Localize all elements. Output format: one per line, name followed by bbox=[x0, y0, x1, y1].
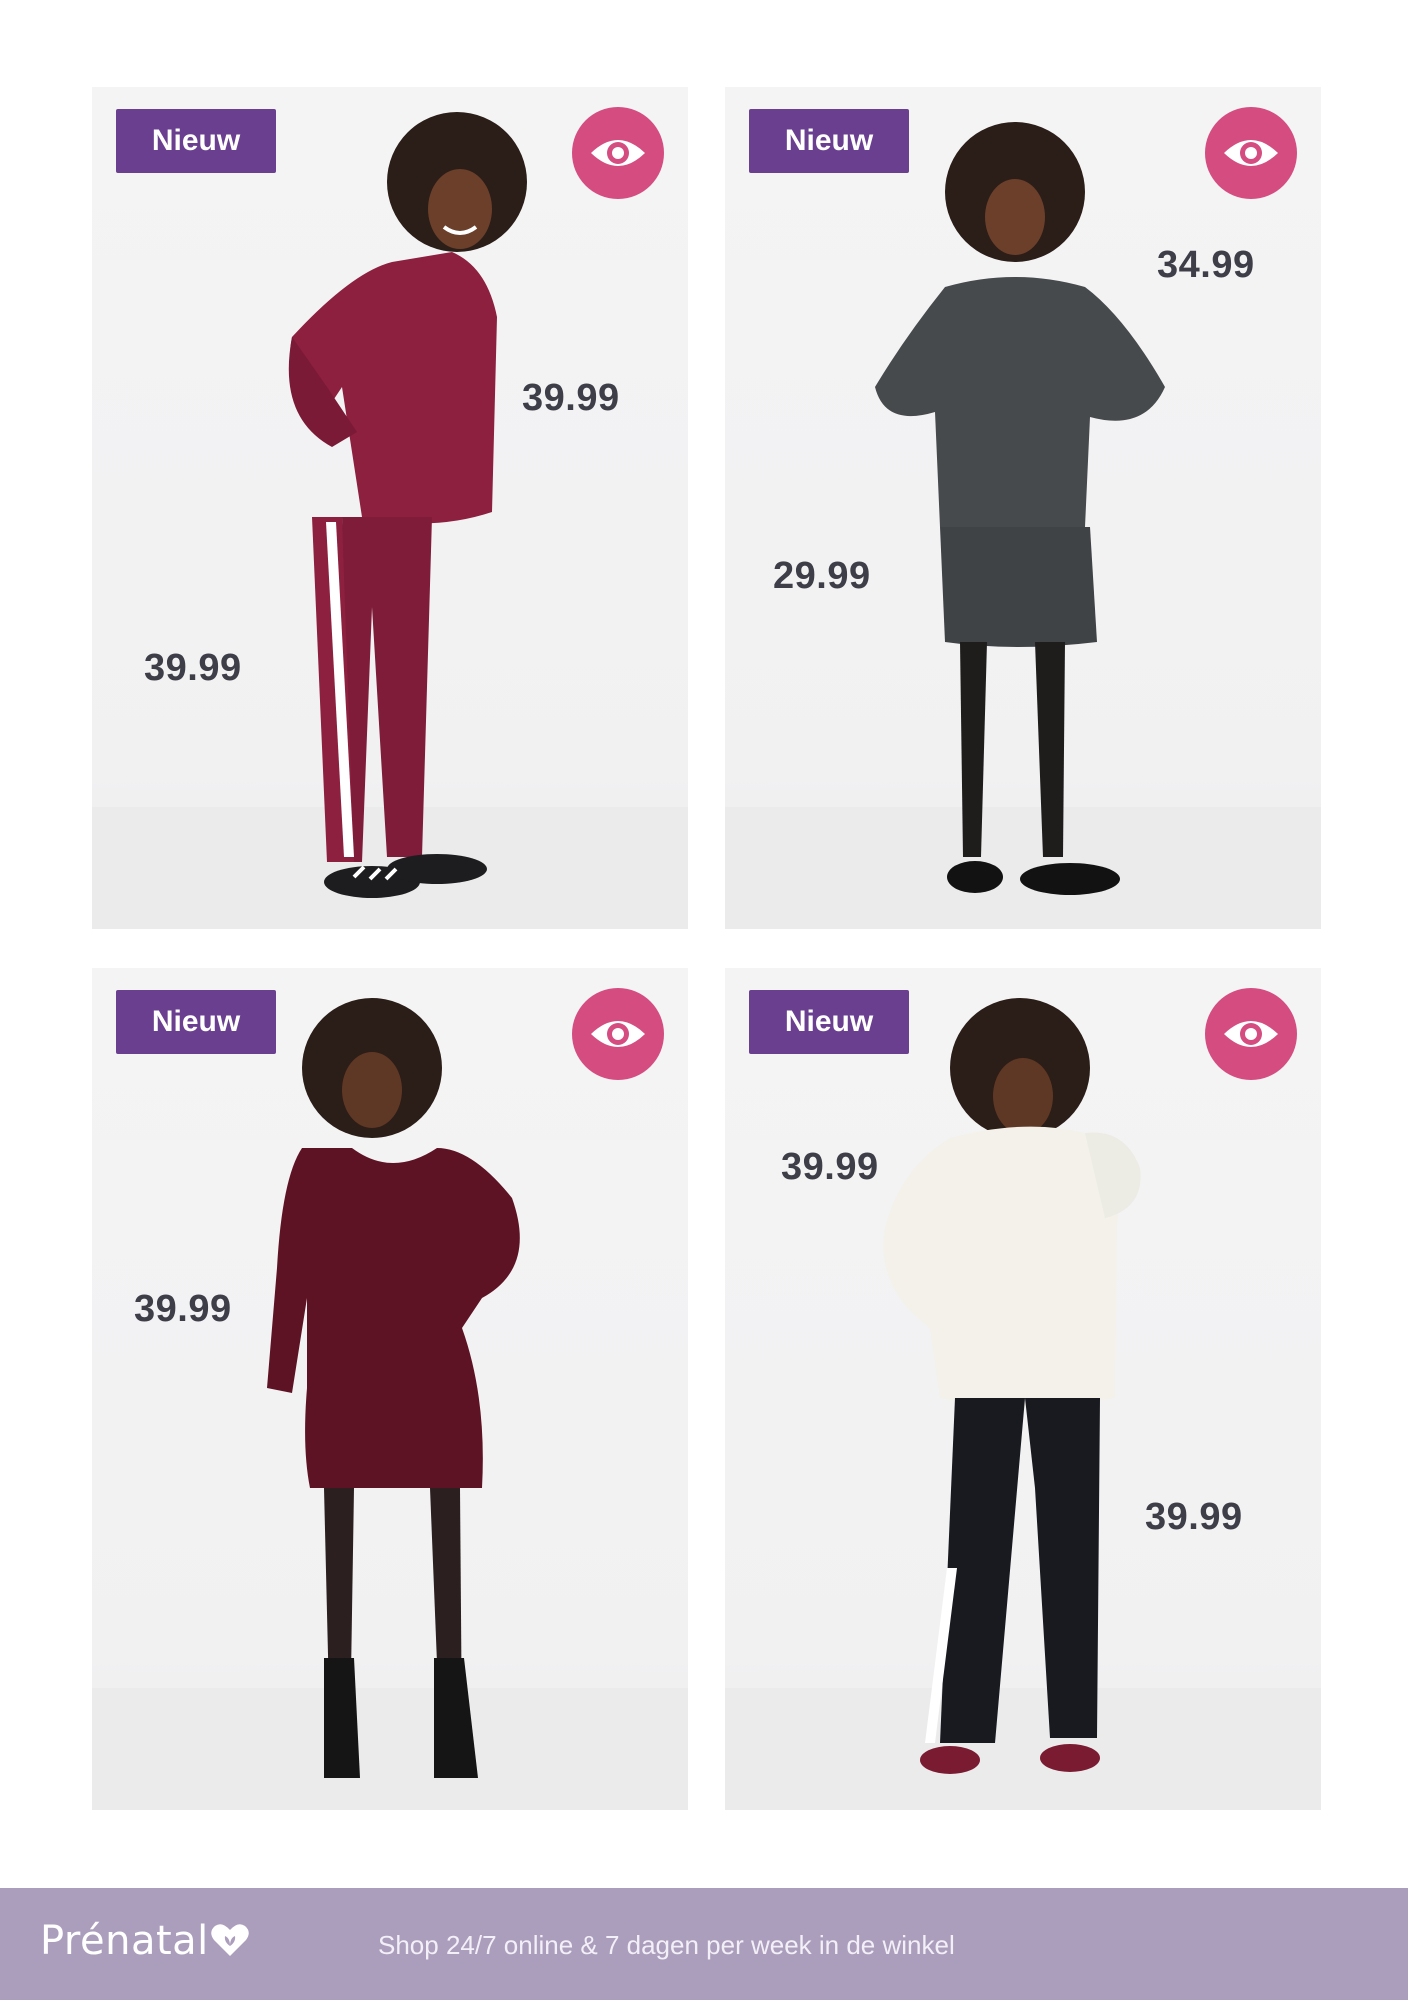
view-button[interactable] bbox=[1205, 107, 1297, 199]
price-bottom: 29.99 bbox=[773, 555, 871, 597]
product-card[interactable]: Nieuw 34.99 29.99 bbox=[725, 87, 1321, 929]
eye-icon bbox=[591, 140, 645, 166]
view-button[interactable] bbox=[1205, 988, 1297, 1080]
price: 39.99 bbox=[134, 1288, 232, 1330]
product-photo bbox=[725, 122, 1321, 929]
new-badge: Nieuw bbox=[749, 990, 909, 1054]
price-top: 34.99 bbox=[1157, 244, 1255, 286]
price-top: 39.99 bbox=[522, 377, 620, 419]
product-photo bbox=[725, 998, 1321, 1810]
heart-logo-icon bbox=[211, 1924, 249, 1956]
eye-icon bbox=[1224, 140, 1278, 166]
product-card[interactable]: Nieuw 39.99 39.99 bbox=[92, 87, 688, 929]
product-card[interactable]: Nieuw 39.99 39.99 bbox=[725, 968, 1321, 1810]
eye-icon bbox=[591, 1021, 645, 1047]
footer-tagline: Shop 24/7 online & 7 dagen per week in d… bbox=[378, 1930, 955, 1960]
product-card[interactable]: Nieuw 39.99 bbox=[92, 968, 688, 1810]
price-top: 39.99 bbox=[781, 1146, 879, 1188]
brand-logo-text[interactable]: Prénatal bbox=[40, 1918, 209, 1964]
footer-bar: Prénatal Shop 24/7 online & 7 dagen per … bbox=[0, 1888, 1408, 2000]
price-bottom: 39.99 bbox=[1145, 1496, 1243, 1538]
view-button[interactable] bbox=[572, 107, 664, 199]
eye-icon bbox=[1224, 1021, 1278, 1047]
new-badge: Nieuw bbox=[749, 109, 909, 173]
product-photo bbox=[92, 112, 688, 929]
price-bottom: 39.99 bbox=[144, 647, 242, 689]
product-photo bbox=[92, 998, 688, 1810]
view-button[interactable] bbox=[572, 988, 664, 1080]
new-badge: Nieuw bbox=[116, 109, 276, 173]
new-badge: Nieuw bbox=[116, 990, 276, 1054]
